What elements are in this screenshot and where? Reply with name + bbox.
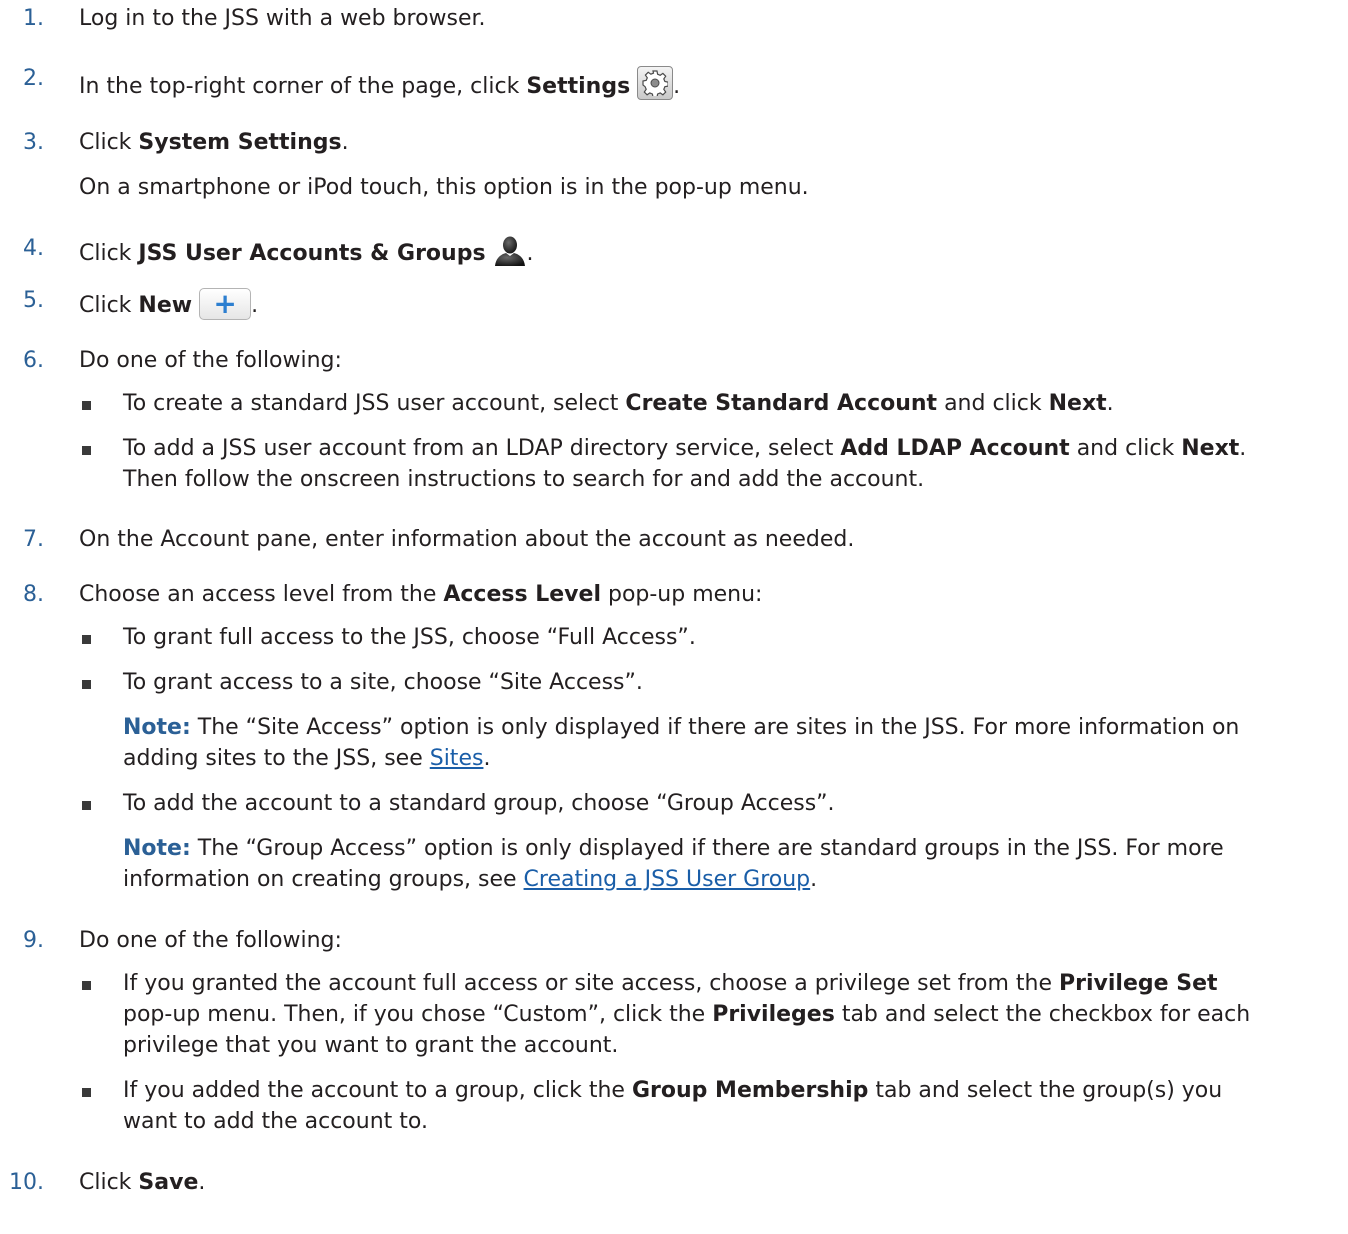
sites-link[interactable]: Sites bbox=[430, 746, 484, 771]
note-text-continued: adding sites to the JSS, see Sites. bbox=[123, 746, 491, 771]
bullet-icon bbox=[82, 401, 91, 410]
bullet-text: If you added the account to a group, cli… bbox=[123, 1078, 1223, 1103]
plus-icon: + bbox=[213, 287, 237, 320]
step-subtext: On a smartphone or iPod touch, this opti… bbox=[79, 175, 809, 200]
bullet-text: If you granted the account full access o… bbox=[123, 971, 1218, 996]
step-text: Click System Settings. bbox=[79, 130, 349, 155]
bullet-text: To grant full access to the JSS, choose … bbox=[123, 625, 696, 650]
note-text: Note: The “Group Access” option is only … bbox=[123, 836, 1224, 861]
note-label: Note: bbox=[123, 836, 191, 861]
step-text: Click Save. bbox=[79, 1170, 206, 1195]
note-text-continued: information on creating groups, see Crea… bbox=[123, 867, 818, 892]
step-text: Choose an access level from the Access L… bbox=[79, 582, 763, 607]
step-number: 9. bbox=[23, 928, 44, 953]
step-number: 10. bbox=[9, 1170, 44, 1195]
bullet-icon bbox=[82, 801, 91, 810]
bullet-icon bbox=[82, 635, 91, 644]
step-text: Click JSS User Accounts & Groups . bbox=[79, 236, 534, 272]
step-text: Log in to the JSS with a web browser. bbox=[79, 6, 486, 31]
creating-group-link[interactable]: Creating a JSS User Group bbox=[524, 867, 811, 892]
step-text: In the top-right corner of the page, cli… bbox=[79, 66, 680, 100]
new-button[interactable]: + bbox=[199, 287, 252, 320]
note-label: Note: bbox=[123, 715, 191, 740]
bullet-text: To create a standard JSS user account, s… bbox=[123, 391, 1114, 416]
step-number: 8. bbox=[23, 582, 44, 607]
step-text: On the Account pane, enter information a… bbox=[79, 527, 855, 552]
step-text: Do one of the following: bbox=[79, 928, 342, 953]
note-text: Note: The “Site Access” option is only d… bbox=[123, 715, 1240, 740]
step-number: 5. bbox=[23, 288, 44, 313]
bullet-text-continued: Then follow the onscreen instructions to… bbox=[123, 467, 925, 492]
step-text: Do one of the following: bbox=[79, 348, 342, 373]
person-icon[interactable] bbox=[493, 236, 527, 272]
bullet-text: To grant access to a site, choose “Site … bbox=[123, 670, 643, 695]
bullet-text-continued: pop-up menu. Then, if you chose “Custom”… bbox=[123, 1002, 1251, 1027]
bullet-text: To add a JSS user account from an LDAP d… bbox=[123, 436, 1247, 461]
bullet-text-continued: want to add the account to. bbox=[123, 1109, 428, 1134]
step-number: 2. bbox=[23, 66, 44, 91]
step-number: 6. bbox=[23, 348, 44, 373]
step-number: 4. bbox=[23, 236, 44, 261]
bullet-icon bbox=[82, 446, 91, 455]
step-number: 3. bbox=[23, 130, 44, 155]
bullet-text-continued: privilege that you want to grant the acc… bbox=[123, 1033, 619, 1058]
bullet-icon bbox=[82, 981, 91, 990]
step-number: 7. bbox=[23, 527, 44, 552]
step-text: Click New +. bbox=[79, 287, 259, 320]
bullet-icon bbox=[82, 680, 91, 689]
bullet-icon bbox=[82, 1088, 91, 1097]
bullet-text: To add the account to a standard group, … bbox=[123, 791, 835, 816]
step-number: 1. bbox=[23, 6, 44, 31]
gear-icon[interactable] bbox=[637, 66, 674, 100]
